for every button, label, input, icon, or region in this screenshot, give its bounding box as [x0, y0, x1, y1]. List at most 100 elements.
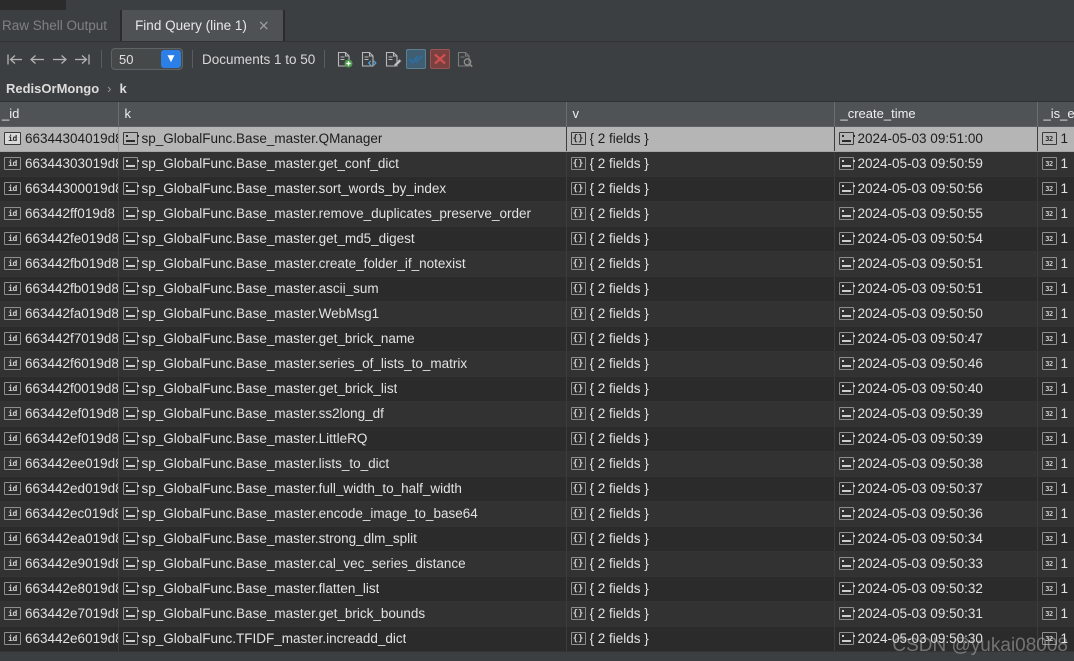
cell-k[interactable]: sp_GlobalFunc.Base_master.get_md5_digest: [118, 226, 567, 252]
column-header-id[interactable]: _id: [0, 102, 119, 127]
cell-is-enable[interactable]: 32 1: [1037, 326, 1074, 352]
cell-id[interactable]: id 66344300019d8: [0, 176, 119, 202]
cell-k[interactable]: sp_GlobalFunc.Base_master.strong_dlm_spl…: [118, 526, 567, 552]
table-row[interactable]: id 663442f0019d8 sp_GlobalFunc.Base_master…: [0, 376, 1074, 402]
next-page-button[interactable]: [48, 47, 70, 71]
cell-is-enable[interactable]: 32 1: [1037, 601, 1074, 627]
table-row[interactable]: id 663442f7019d8 sp_GlobalFunc.Base_master…: [0, 326, 1074, 352]
cell-create-time[interactable]: 2024-05-03 09:50:37: [834, 476, 1038, 502]
table-row[interactable]: id 663442ef019d8 sp_GlobalFunc.Base_master…: [0, 426, 1074, 452]
cell-id[interactable]: id 663442f7019d8: [0, 326, 119, 352]
last-page-button[interactable]: [70, 47, 92, 71]
cell-is-enable[interactable]: 32 1: [1037, 576, 1074, 602]
cell-k[interactable]: sp_GlobalFunc.Base_master.get_brick_name: [118, 326, 567, 352]
cell-v[interactable]: {}{ 2 fields }: [566, 401, 835, 427]
cell-k[interactable]: sp_GlobalFunc.Base_master.create_folder_…: [118, 251, 567, 277]
cell-create-time[interactable]: 2024-05-03 09:50:59: [834, 151, 1038, 177]
cell-v[interactable]: {}{ 2 fields }: [566, 301, 835, 327]
cell-k[interactable]: sp_GlobalFunc.Base_master.flatten_list: [118, 576, 567, 602]
cell-v[interactable]: {}{ 2 fields }: [566, 276, 835, 302]
cell-id[interactable]: id 66344304019d8: [0, 126, 119, 152]
cell-is-enable[interactable]: 32 1: [1037, 526, 1074, 552]
cell-v[interactable]: {}{ 2 fields }: [566, 201, 835, 227]
cell-k[interactable]: sp_GlobalFunc.Base_master.sort_words_by_…: [118, 176, 567, 202]
cell-create-time[interactable]: 2024-05-03 09:50:31: [834, 601, 1038, 627]
cell-v[interactable]: {}{ 2 fields }: [566, 626, 835, 652]
cell-k[interactable]: sp_GlobalFunc.Base_master.ascii_sum: [118, 276, 567, 302]
cell-v[interactable]: {}{ 2 fields }: [566, 251, 835, 277]
cell-create-time[interactable]: 2024-05-03 09:50:40: [834, 376, 1038, 402]
cell-create-time[interactable]: 2024-05-03 09:50:55: [834, 201, 1038, 227]
cell-is-enable[interactable]: 32 1: [1037, 126, 1074, 152]
cell-is-enable[interactable]: 32 1: [1037, 401, 1074, 427]
edit-document-button[interactable]: [382, 49, 402, 69]
copy-document-button[interactable]: [358, 49, 378, 69]
table-row[interactable]: id 663442ec019d8 sp_GlobalFunc.Base_master…: [0, 501, 1074, 527]
cell-k[interactable]: sp_GlobalFunc.Base_master.cal_vec_series…: [118, 551, 567, 577]
cell-v[interactable]: {}{ 2 fields }: [566, 326, 835, 352]
cell-k[interactable]: sp_GlobalFunc.Base_master.full_width_to_…: [118, 476, 567, 502]
cell-create-time[interactable]: 2024-05-03 09:50:39: [834, 426, 1038, 452]
cell-create-time[interactable]: 2024-05-03 09:50:51: [834, 251, 1038, 277]
table-row[interactable]: id 663442fe019d8 sp_GlobalFunc.Base_master…: [0, 226, 1074, 252]
cell-create-time[interactable]: 2024-05-03 09:50:33: [834, 551, 1038, 577]
cell-create-time[interactable]: 2024-05-03 09:50:50: [834, 301, 1038, 327]
cell-id[interactable]: id 663442f6019d8: [0, 351, 119, 377]
column-header-create-time[interactable]: _create_time: [834, 102, 1038, 127]
cell-create-time[interactable]: 2024-05-03 09:50:32: [834, 576, 1038, 602]
cell-k[interactable]: sp_GlobalFunc.Base_master.get_brick_list: [118, 376, 567, 402]
table-row[interactable]: id 663442ed019d8 sp_GlobalFunc.Base_master…: [0, 476, 1074, 502]
cell-id[interactable]: id 663442ea019d8: [0, 526, 119, 552]
cell-id[interactable]: id 66344303019d8: [0, 151, 119, 177]
cell-create-time[interactable]: 2024-05-03 09:50:30: [834, 626, 1038, 652]
table-row[interactable]: id 663442e6019d8 sp_GlobalFunc.TFIDF_maste…: [0, 626, 1074, 652]
cell-v[interactable]: {}{ 2 fields }: [566, 226, 835, 252]
cell-is-enable[interactable]: 32 1: [1037, 176, 1074, 202]
cell-is-enable[interactable]: 32 1: [1037, 201, 1074, 227]
cell-v[interactable]: {}{ 2 fields }: [566, 601, 835, 627]
cell-create-time[interactable]: 2024-05-03 09:50:46: [834, 351, 1038, 377]
cell-id[interactable]: id 663442ef019d8: [0, 426, 119, 452]
previous-page-button[interactable]: [26, 47, 48, 71]
cell-k[interactable]: sp_GlobalFunc.Base_master.get_brick_boun…: [118, 601, 567, 627]
cell-id[interactable]: id 663442ff019d8: [0, 201, 119, 227]
cell-id[interactable]: id 663442e8019d8: [0, 576, 119, 602]
cell-v[interactable]: {}{ 2 fields }: [566, 176, 835, 202]
cell-is-enable[interactable]: 32 1: [1037, 451, 1074, 477]
cell-v[interactable]: {}{ 2 fields }: [566, 501, 835, 527]
cell-is-enable[interactable]: 32 1: [1037, 351, 1074, 377]
table-row[interactable]: id 663442ea019d8 sp_GlobalFunc.Base_master…: [0, 526, 1074, 552]
cell-id[interactable]: id 663442f0019d8: [0, 376, 119, 402]
cell-v[interactable]: {}{ 2 fields }: [566, 476, 835, 502]
cell-v[interactable]: {}{ 2 fields }: [566, 451, 835, 477]
cell-create-time[interactable]: 2024-05-03 09:50:38: [834, 451, 1038, 477]
cell-id[interactable]: id 663442fa019d8: [0, 301, 119, 327]
cell-create-time[interactable]: 2024-05-03 09:50:56: [834, 176, 1038, 202]
table-row[interactable]: id 663442fb019d8 sp_GlobalFunc.Base_master…: [0, 251, 1074, 277]
cell-id[interactable]: id 663442ee019d8: [0, 451, 119, 477]
table-row[interactable]: id 663442fb019d8 sp_GlobalFunc.Base_master…: [0, 276, 1074, 302]
table-row[interactable]: id 66344304019d8 sp_GlobalFunc.Base_master…: [0, 126, 1074, 152]
cell-k[interactable]: sp_GlobalFunc.Base_master.series_of_list…: [118, 351, 567, 377]
cell-v[interactable]: {}{ 2 fields }: [566, 526, 835, 552]
cell-is-enable[interactable]: 32 1: [1037, 276, 1074, 302]
cell-k[interactable]: sp_GlobalFunc.Base_master.get_conf_dict: [118, 151, 567, 177]
cancel-changes-button[interactable]: [430, 49, 451, 69]
cell-id[interactable]: id 663442ed019d8: [0, 476, 119, 502]
table-row[interactable]: id 663442e9019d8 sp_GlobalFunc.Base_master…: [0, 551, 1074, 577]
cell-id[interactable]: id 663442fb019d8: [0, 251, 119, 277]
cell-id[interactable]: id 663442ec019d8: [0, 501, 119, 527]
cell-is-enable[interactable]: 32 1: [1037, 551, 1074, 577]
cell-create-time[interactable]: 2024-05-03 09:50:36: [834, 501, 1038, 527]
cell-k[interactable]: sp_GlobalFunc.Base_master.LittleRQ: [118, 426, 567, 452]
cell-is-enable[interactable]: 32 1: [1037, 426, 1074, 452]
cell-create-time[interactable]: 2024-05-03 09:50:54: [834, 226, 1038, 252]
cell-id[interactable]: id 663442fe019d8: [0, 226, 119, 252]
cell-id[interactable]: id 663442ef019d8: [0, 401, 119, 427]
cell-is-enable[interactable]: 32 1: [1037, 251, 1074, 277]
cell-v[interactable]: {}{ 2 fields }: [566, 576, 835, 602]
cell-id[interactable]: id 663442fb019d8: [0, 276, 119, 302]
cell-create-time[interactable]: 2024-05-03 09:51:00: [834, 126, 1038, 152]
cell-k[interactable]: sp_GlobalFunc.TFIDF_master.increadd_dict: [118, 626, 567, 652]
column-header-k[interactable]: k: [118, 102, 567, 127]
